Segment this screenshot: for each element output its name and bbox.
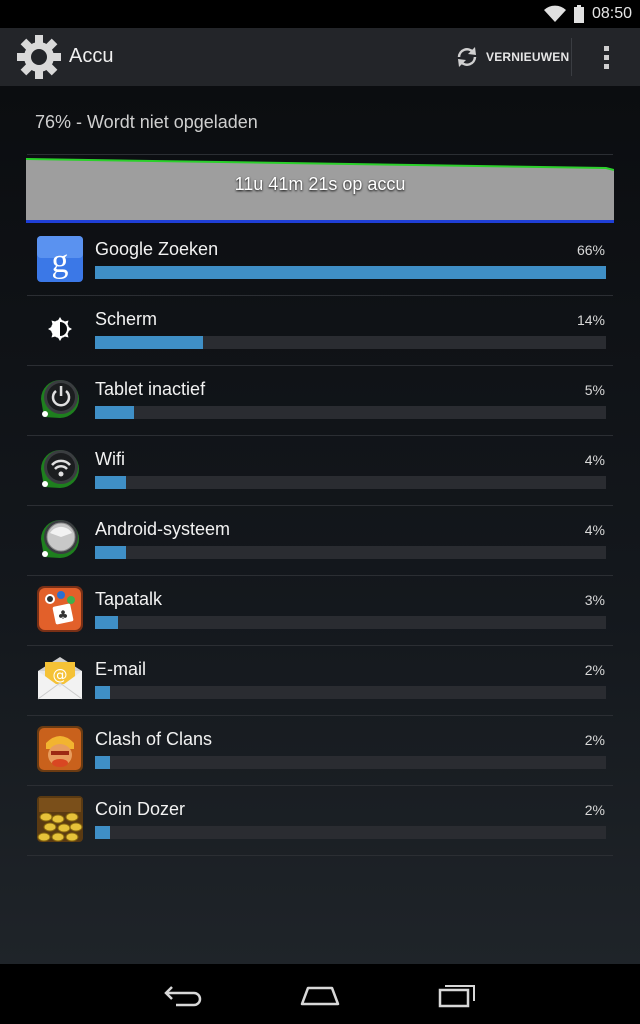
overflow-menu-icon[interactable] bbox=[590, 40, 622, 74]
recent-apps-icon[interactable] bbox=[428, 978, 488, 1010]
usage-percent: 2% bbox=[584, 662, 605, 678]
usage-bar-fill bbox=[95, 756, 111, 769]
app-name: Google Zoeken bbox=[95, 239, 219, 259]
usage-bar bbox=[95, 616, 606, 629]
usage-percent: 3% bbox=[584, 592, 605, 608]
list-item[interactable]: Wifi 4% bbox=[27, 436, 613, 506]
tapatalk-icon: ♣ bbox=[37, 586, 83, 632]
brightness-icon bbox=[48, 317, 72, 341]
status-icons: 08:50 bbox=[543, 0, 632, 28]
action-divider bbox=[571, 38, 572, 76]
list-item[interactable]: Android-systeem 4% bbox=[27, 506, 613, 576]
usage-bar bbox=[95, 406, 606, 419]
refresh-icon bbox=[457, 47, 477, 67]
usage-bar-fill bbox=[95, 826, 111, 839]
status-bar: 08:50 bbox=[0, 0, 640, 28]
usage-bar-fill bbox=[95, 266, 606, 279]
app-name: Scherm bbox=[95, 309, 158, 329]
battery-icon bbox=[573, 5, 584, 23]
usage-percent: 5% bbox=[584, 382, 605, 398]
clock: 08:50 bbox=[591, 5, 632, 22]
gear-icon[interactable] bbox=[14, 32, 64, 82]
list-item[interactable]: Tablet inactief 5% bbox=[27, 366, 613, 436]
back-icon[interactable] bbox=[154, 978, 214, 1010]
usage-bar bbox=[95, 336, 606, 349]
list-item[interactable]: Scherm 14% bbox=[27, 296, 613, 366]
app-name: Clash of Clans bbox=[95, 729, 213, 749]
power-icon bbox=[41, 380, 79, 418]
app-name: E-mail bbox=[95, 659, 147, 679]
usage-bar-fill bbox=[95, 686, 111, 699]
battery-status: 76% - Wordt niet opgeladen bbox=[35, 112, 258, 132]
usage-bar bbox=[95, 826, 606, 839]
navigation-bar bbox=[0, 964, 640, 1024]
battery-duration-label: 11u 41m 21s op accu bbox=[234, 174, 406, 194]
usage-bar bbox=[95, 266, 606, 279]
svg-text:♣: ♣ bbox=[58, 608, 69, 622]
usage-bar bbox=[95, 546, 606, 559]
clash-of-clans-icon bbox=[37, 726, 83, 772]
coin-dozer-icon bbox=[37, 796, 83, 842]
battery-history-graph[interactable]: 11u 41m 21s op accu bbox=[25, 156, 615, 224]
usage-bar-fill bbox=[95, 406, 134, 419]
app-name: Tapatalk bbox=[95, 589, 163, 609]
list-item[interactable]: Clash of Clans 2% bbox=[27, 716, 613, 786]
list-item[interactable]: @ E-mail 2% bbox=[27, 646, 613, 716]
battery-usage-list: g Google Zoeken 66% Scherm 14% Tablet in… bbox=[27, 226, 613, 856]
usage-percent: 2% bbox=[584, 802, 605, 818]
action-bar: Accu VERNIEUWEN bbox=[0, 28, 640, 86]
wifi-icon bbox=[543, 5, 566, 22]
app-name: Wifi bbox=[95, 449, 125, 469]
battery-screen: 76% - Wordt niet opgeladen 11u 41m 21s o… bbox=[0, 86, 640, 964]
usage-bar-fill bbox=[95, 546, 126, 559]
usage-bar-fill bbox=[95, 616, 119, 629]
usage-percent: 4% bbox=[584, 522, 605, 538]
usage-bar-fill bbox=[95, 336, 204, 349]
email-icon: @ bbox=[37, 657, 83, 700]
usage-percent: 4% bbox=[584, 452, 605, 468]
refresh-label: VERNIEUWEN bbox=[486, 50, 570, 64]
svg-text:g: g bbox=[52, 243, 69, 280]
divider bbox=[27, 154, 613, 155]
app-name: Coin Dozer bbox=[95, 799, 186, 819]
usage-bar-fill bbox=[95, 476, 126, 489]
app-name: Tablet inactief bbox=[95, 379, 206, 399]
usage-bar bbox=[95, 686, 606, 699]
list-item[interactable]: ♣ Tapatalk 3% bbox=[27, 576, 613, 646]
svg-text:@: @ bbox=[53, 666, 68, 684]
google-search-icon: g bbox=[37, 236, 83, 282]
usage-percent: 14% bbox=[576, 312, 605, 328]
page-title: Accu bbox=[69, 45, 114, 67]
usage-percent: 66% bbox=[576, 242, 605, 258]
refresh-button[interactable]: VERNIEUWEN bbox=[450, 40, 573, 74]
usage-bar bbox=[95, 476, 606, 489]
usage-percent: 2% bbox=[584, 732, 605, 748]
home-icon[interactable] bbox=[290, 978, 350, 1010]
app-name: Android-systeem bbox=[95, 519, 231, 539]
usage-bar bbox=[95, 756, 606, 769]
wifi-icon bbox=[41, 450, 79, 488]
android-system-icon bbox=[41, 520, 79, 558]
list-item[interactable]: Coin Dozer 2% bbox=[27, 786, 613, 856]
list-item[interactable]: g Google Zoeken 66% bbox=[27, 226, 613, 296]
